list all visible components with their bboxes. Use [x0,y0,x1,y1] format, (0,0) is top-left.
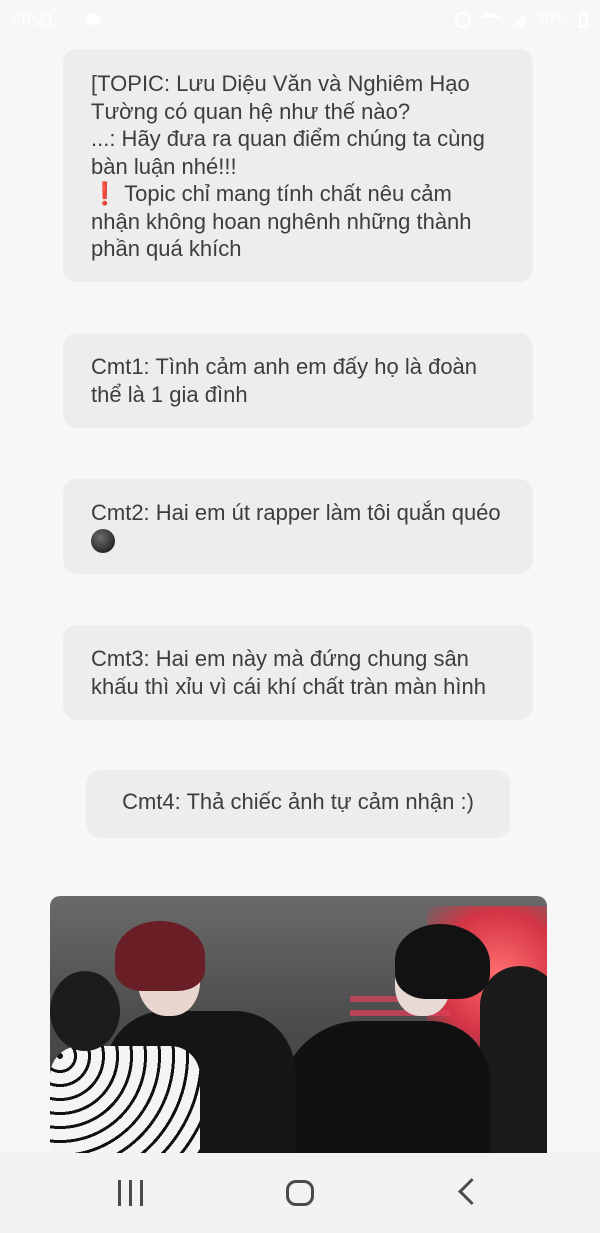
status-time: 20:21 [12,10,55,29]
battery-icon [579,12,588,28]
topic-title: [TOPIC: Lưu Diệu Văn và Nghiêm Hạo Tường… [91,71,470,124]
status-indicators: 39% [454,10,588,30]
performer-right-body [280,1021,490,1156]
comment-text: Cmt4: Thả chiếc ảnh tự cảm nhận :) [122,789,474,814]
comment-bubble-4: Cmt4: Thả chiếc ảnh tự cảm nhận :) [86,770,510,838]
comment-bubble-2: Cmt2: Hai em út rapper làm tôi quắn quéo [63,479,533,574]
alarm-icon [454,12,471,28]
battery-percent: 39% [534,10,569,29]
wifi-icon [480,13,501,27]
topic-bubble: [TOPIC: Lưu Diệu Văn và Nghiêm Hạo Tường… [63,49,533,282]
new-moon-face-icon [91,528,115,553]
navigation-bar [0,1153,600,1233]
chat-notification-icon [86,13,100,25]
comment-bubble-1: Cmt1: Tình cảm anh em đấy họ là đoàn thể… [63,333,533,428]
topic-invite: ...: Hãy đưa ra quan điểm chúng ta cùng … [91,126,485,179]
back-icon[interactable] [458,1178,485,1205]
recent-apps-icon[interactable] [118,1180,148,1206]
foreground-person-head [50,971,120,1051]
comment-text: Cmt3: Hai em này mà đứng chung sân khấu … [91,646,486,699]
signal-icon [510,13,525,27]
topic-disclaimer: Topic chỉ mang tính chất nêu cảm nhận kh… [91,181,472,261]
shared-photo[interactable] [50,896,547,1156]
performer-red-hair [115,921,205,991]
comment-text: Cmt2: Hai em út rapper làm tôi quắn quéo [91,500,501,525]
status-bar: 20:21 39% [0,0,600,42]
foreground-person-body [50,1046,200,1156]
performer-right-hair [395,924,490,999]
exclamation-icon: ❗ [91,181,119,206]
background-person [480,966,547,1156]
comment-bubble-3: Cmt3: Hai em này mà đứng chung sân khấu … [63,625,533,720]
home-icon[interactable] [286,1180,314,1206]
comment-text: Cmt1: Tình cảm anh em đấy họ là đoàn thể… [91,354,478,407]
